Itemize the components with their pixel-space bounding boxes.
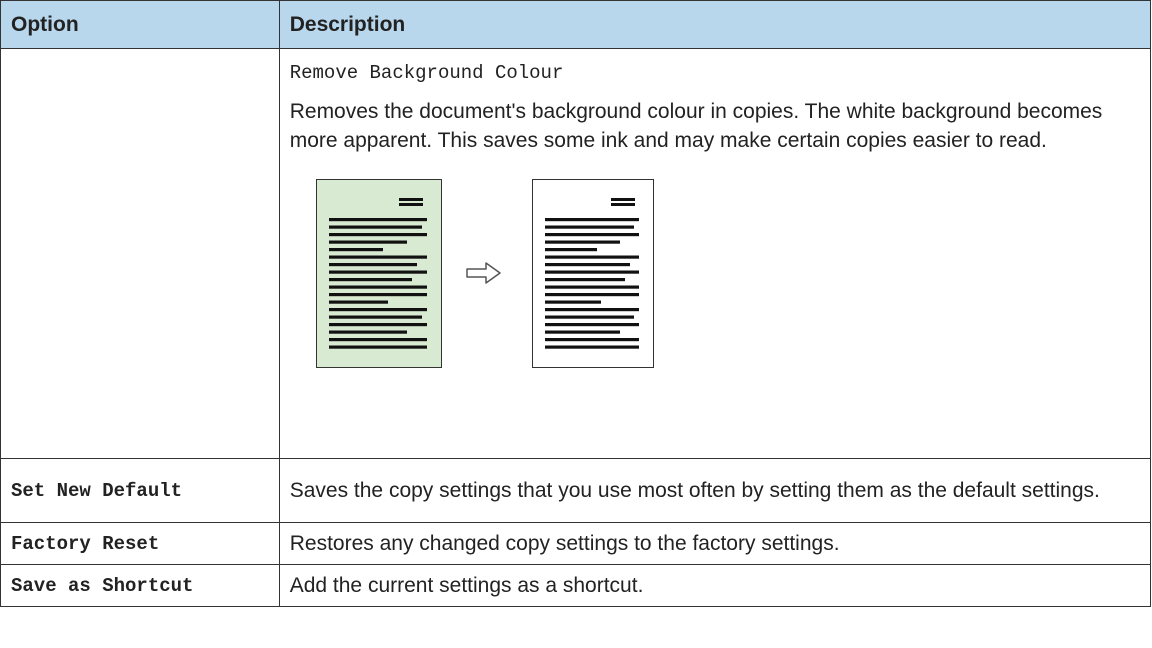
page-text-line xyxy=(544,300,601,304)
options-table: Option Description Remove Background Col… xyxy=(0,0,1152,607)
page-header-line xyxy=(398,198,423,201)
page-text-line xyxy=(544,263,630,267)
page-text-line xyxy=(544,330,620,334)
page-text-line xyxy=(328,233,427,237)
description-cell: Saves the copy settings that you use mos… xyxy=(278,458,1152,523)
page-text-line xyxy=(328,323,427,327)
page-header-line xyxy=(398,203,423,206)
page-text-line xyxy=(544,255,639,259)
document-with-background-icon xyxy=(315,179,442,368)
remove-background-colour-description: Removes the document's background colour… xyxy=(289,100,1103,152)
description-cell: Add the current settings as a shortcut. xyxy=(278,564,1152,607)
page-text-line xyxy=(328,315,422,319)
page-text-line xyxy=(328,285,427,289)
page-text-line xyxy=(328,263,417,267)
table-row: Factory Reset Restores any changed copy … xyxy=(0,522,1152,565)
option-cell: Save as Shortcut xyxy=(0,564,280,607)
right-arrow-icon xyxy=(465,262,502,289)
page-text-line xyxy=(328,308,427,312)
page-text-line xyxy=(328,345,427,349)
page-text-line xyxy=(544,338,639,342)
header-description: Description xyxy=(278,0,1152,49)
page-text-line xyxy=(328,293,427,297)
page-text-line xyxy=(328,255,427,259)
page-text-line xyxy=(544,225,634,229)
page-text-line xyxy=(544,218,639,222)
page-text-line xyxy=(544,308,639,312)
page-text-line xyxy=(544,278,625,282)
header-option: Option xyxy=(0,0,280,49)
table-row: Save as Shortcut Add the current setting… xyxy=(0,564,1152,607)
document-without-background-icon xyxy=(531,179,654,368)
page-text-line xyxy=(544,248,597,252)
page-text-line xyxy=(544,285,639,289)
option-cell: Set New Default xyxy=(0,458,280,523)
page-text-line xyxy=(544,315,634,319)
page-text-line xyxy=(328,270,427,274)
page-text-line xyxy=(544,293,639,297)
page-text-line xyxy=(328,218,427,222)
page-header-line xyxy=(610,198,635,201)
page-text-line xyxy=(328,225,422,229)
page-text-line xyxy=(328,248,383,252)
option-cell: Factory Reset xyxy=(0,522,280,565)
page-text-line xyxy=(544,240,620,244)
page-text-line xyxy=(544,233,639,237)
background-removal-illustration xyxy=(315,179,696,369)
page-text-line xyxy=(544,323,639,327)
page-text-line xyxy=(328,278,412,282)
table-row: Set New Default Saves the copy settings … xyxy=(0,458,1152,523)
page-text-line xyxy=(328,300,388,304)
table-row: Remove Background Colour Removes the doc… xyxy=(0,48,1152,459)
page-text-line xyxy=(328,330,407,334)
remove-background-colour-title: Remove Background Colour xyxy=(289,62,564,84)
page-text-line xyxy=(544,345,639,349)
description-cell: Restores any changed copy settings to th… xyxy=(278,522,1152,565)
header-row: Option Description xyxy=(0,0,1152,49)
page-text-line xyxy=(328,240,407,244)
description-cell: Remove Background Colour Removes the doc… xyxy=(278,48,1152,459)
option-cell xyxy=(0,48,280,459)
page-text-line xyxy=(328,338,427,342)
page-text-line xyxy=(544,270,639,274)
page-header-line xyxy=(610,203,635,206)
